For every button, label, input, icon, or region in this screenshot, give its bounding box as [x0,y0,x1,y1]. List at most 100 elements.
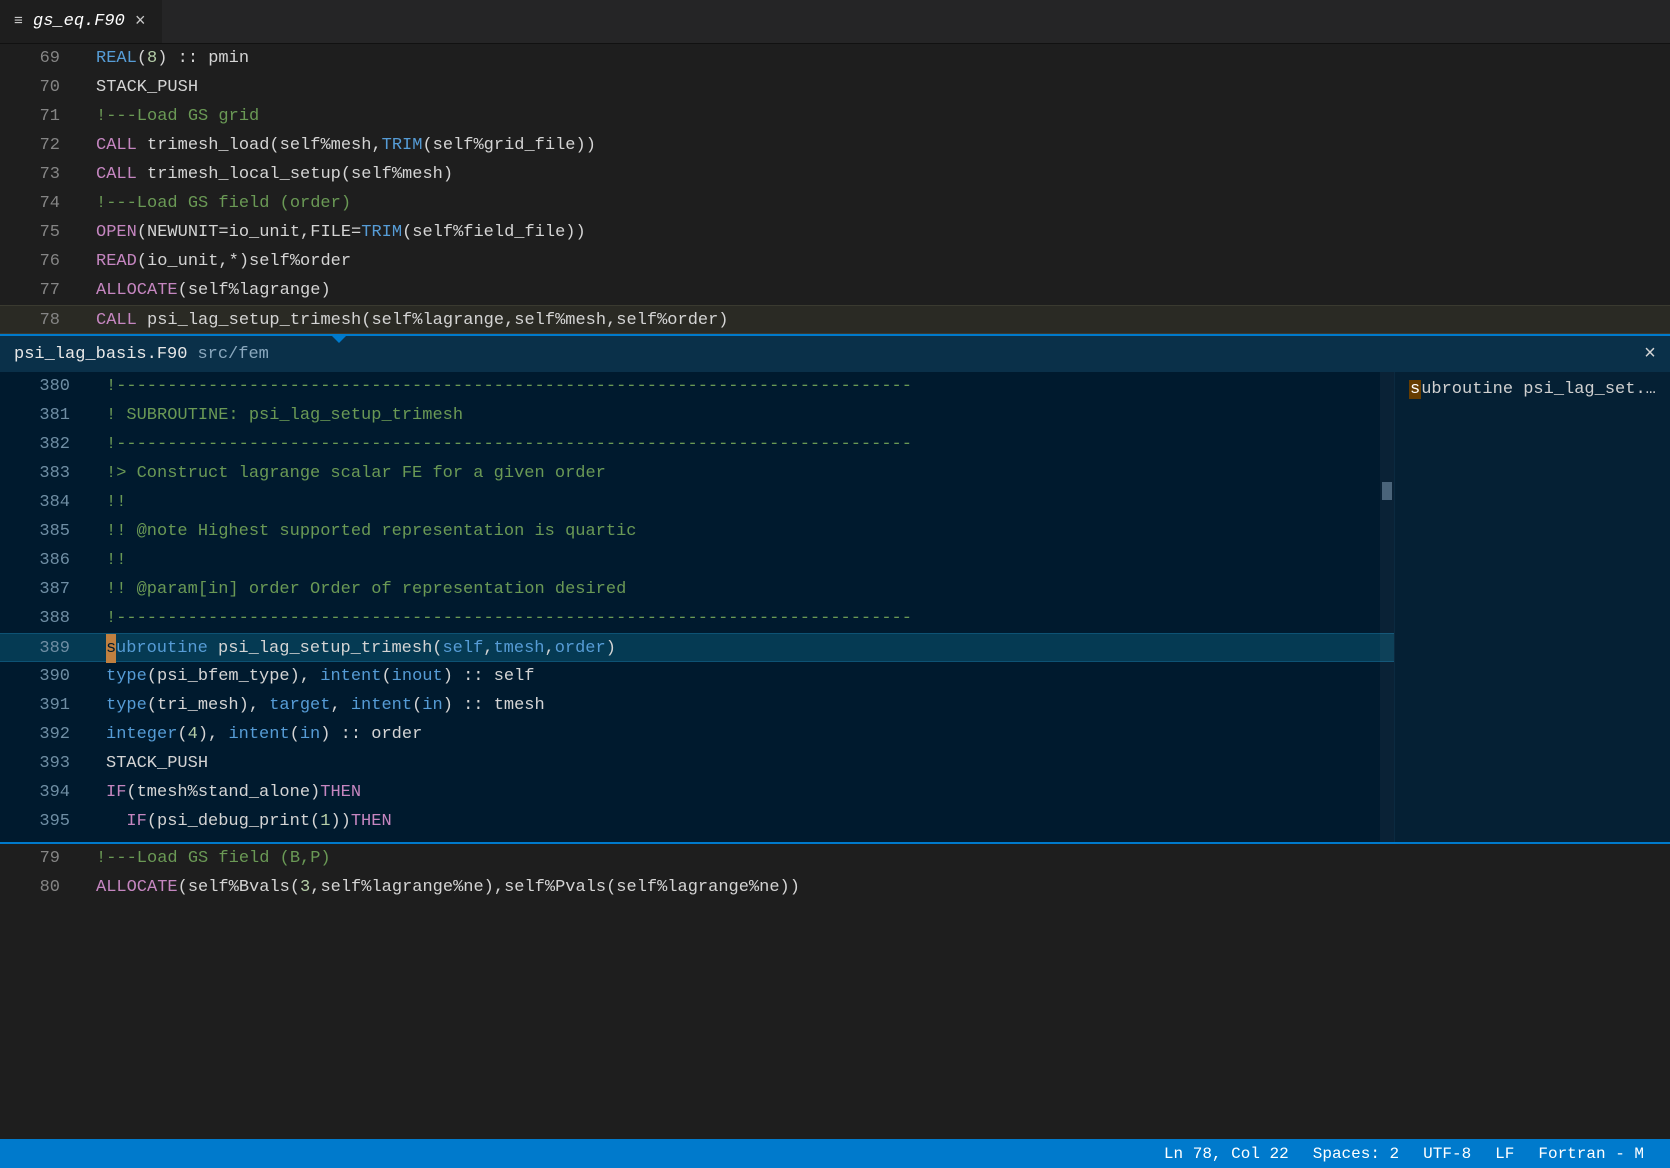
peek-scrollbar[interactable] [1380,372,1394,842]
line-number: 73 [0,160,80,189]
code-content[interactable]: subroutine psi_lag_setup_trimesh(self,tm… [90,634,1394,661]
code-content[interactable]: OPEN(NEWUNIT=io_unit,FILE=TRIM(self%fiel… [80,218,1670,247]
code-line[interactable]: 391type(tri_mesh), target, intent(in) ::… [0,691,1394,720]
peek-ref-highlight: s [1409,380,1421,399]
line-number: 70 [0,73,80,102]
code-content[interactable]: !---Load GS field (B,P) [80,844,1670,873]
code-line[interactable]: 75OPEN(NEWUNIT=io_unit,FILE=TRIM(self%fi… [0,218,1670,247]
code-content[interactable]: STACK_PUSH [80,73,1670,102]
line-number: 395 [0,807,90,836]
code-line[interactable]: 387!! @param[in] order Order of represen… [0,575,1394,604]
code-line[interactable]: 80ALLOCATE(self%Bvals(3,self%lagrange%ne… [0,873,1670,902]
code-content[interactable]: !! [90,546,1394,575]
editor-main-continued[interactable]: 79!---Load GS field (B,P)80ALLOCATE(self… [0,844,1670,902]
code-line[interactable]: 77ALLOCATE(self%lagrange) [0,276,1670,305]
code-content[interactable]: !> Construct lagrange scalar FE for a gi… [90,459,1394,488]
peek-header: psi_lag_basis.F90 src/fem × [0,336,1670,372]
status-lncol[interactable]: Ln 78, Col 22 [1152,1145,1301,1163]
line-number: 72 [0,131,80,160]
code-line[interactable]: 394IF(tmesh%stand_alone)THEN [0,778,1394,807]
peek-reference-item[interactable]: subroutine psi_lag_set... [1395,376,1670,403]
code-content[interactable]: READ(io_unit,*)self%order [80,247,1670,276]
code-content[interactable]: ! SUBROUTINE: psi_lag_setup_trimesh [90,401,1394,430]
code-line[interactable]: 74!---Load GS field (order) [0,189,1670,218]
code-content[interactable]: STACK_PUSH [90,749,1394,778]
code-line[interactable]: 381! SUBROUTINE: psi_lag_setup_trimesh [0,401,1394,430]
code-line[interactable]: 393STACK_PUSH [0,749,1394,778]
tab-bars-icon: ≡ [14,13,23,30]
code-line[interactable]: 384!! [0,488,1394,517]
code-line[interactable]: 79!---Load GS field (B,P) [0,844,1670,873]
code-content[interactable]: type(psi_bfem_type), intent(inout) :: se… [90,662,1394,691]
line-number: 384 [0,488,90,517]
code-line[interactable]: 380!------------------------------------… [0,372,1394,401]
line-number: 381 [0,401,90,430]
code-line[interactable]: 386!! [0,546,1394,575]
code-content[interactable]: CALL trimesh_load(self%mesh,TRIM(self%gr… [80,131,1670,160]
code-line[interactable]: 389subroutine psi_lag_setup_trimesh(self… [0,633,1394,662]
code-content[interactable]: !---------------------------------------… [90,372,1394,401]
code-content[interactable]: IF(tmesh%stand_alone)THEN [90,778,1394,807]
code-line[interactable]: 69REAL(8) :: pmin [0,44,1670,73]
peek-editor[interactable]: 380!------------------------------------… [0,372,1395,842]
code-line[interactable]: 73CALL trimesh_local_setup(self%mesh) [0,160,1670,189]
code-line[interactable]: 76READ(io_unit,*)self%order [0,247,1670,276]
status-bar: Ln 78, Col 22 Spaces: 2 UTF-8 LF Fortran… [0,1139,1670,1168]
peek-ref-text: ubroutine psi_lag_set... [1421,380,1666,399]
code-line[interactable]: 78CALL psi_lag_setup_trimesh(self%lagran… [0,305,1670,334]
line-number: 74 [0,189,80,218]
code-line[interactable]: 72CALL trimesh_load(self%mesh,TRIM(self%… [0,131,1670,160]
code-content[interactable]: !! @note Highest supported representatio… [90,517,1394,546]
status-spaces[interactable]: Spaces: 2 [1301,1145,1411,1163]
status-eol[interactable]: LF [1483,1145,1526,1163]
code-content[interactable]: CALL trimesh_local_setup(self%mesh) [80,160,1670,189]
line-number: 390 [0,662,90,691]
line-number: 385 [0,517,90,546]
code-line[interactable]: 385!! @note Highest supported representa… [0,517,1394,546]
editor-main[interactable]: 69REAL(8) :: pmin70STACK_PUSH71!---Load … [0,44,1670,334]
status-encoding[interactable]: UTF-8 [1411,1145,1483,1163]
peek-title-file: psi_lag_basis.F90 [14,345,187,364]
close-icon[interactable]: × [135,12,146,32]
line-number: 388 [0,604,90,633]
code-content[interactable]: !! @param[in] order Order of representat… [90,575,1394,604]
line-number: 69 [0,44,80,73]
code-line[interactable]: 70STACK_PUSH [0,73,1670,102]
line-number: 387 [0,575,90,604]
peek-view: psi_lag_basis.F90 src/fem × 380!--------… [0,334,1670,844]
line-number: 71 [0,102,80,131]
peek-reference-list[interactable]: subroutine psi_lag_set... [1395,372,1670,842]
line-number: 386 [0,546,90,575]
line-number: 76 [0,247,80,276]
code-line[interactable]: 395 IF(psi_debug_print(1))THEN [0,807,1394,836]
tab-gs-eq[interactable]: ≡ gs_eq.F90 × [0,0,162,43]
code-line[interactable]: 71!---Load GS grid [0,102,1670,131]
tab-bar: ≡ gs_eq.F90 × [0,0,1670,44]
code-line[interactable]: 388!------------------------------------… [0,604,1394,633]
code-content[interactable]: ALLOCATE(self%lagrange) [80,276,1670,305]
code-line[interactable]: 382!------------------------------------… [0,430,1394,459]
code-content[interactable]: !! [90,488,1394,517]
code-content[interactable]: !---------------------------------------… [90,604,1394,633]
line-number: 77 [0,276,80,305]
code-line[interactable]: 390type(psi_bfem_type), intent(inout) ::… [0,662,1394,691]
code-content[interactable]: !---Load GS grid [80,102,1670,131]
code-line[interactable]: 392integer(4), intent(in) :: order [0,720,1394,749]
code-content[interactable]: type(tri_mesh), target, intent(in) :: tm… [90,691,1394,720]
code-content[interactable]: CALL psi_lag_setup_trimesh(self%lagrange… [80,306,1670,333]
code-content[interactable]: integer(4), intent(in) :: order [90,720,1394,749]
code-content[interactable]: ALLOCATE(self%Bvals(3,self%lagrange%ne),… [80,873,1670,902]
code-content[interactable]: IF(psi_debug_print(1))THEN [90,807,1394,836]
status-lang[interactable]: Fortran - M [1526,1145,1656,1163]
code-content[interactable]: !---Load GS field (order) [80,189,1670,218]
peek-title-path: src/fem [197,345,268,364]
line-number: 392 [0,720,90,749]
line-number: 393 [0,749,90,778]
code-line[interactable]: 383!> Construct lagrange scalar FE for a… [0,459,1394,488]
code-content[interactable]: REAL(8) :: pmin [80,44,1670,73]
code-content[interactable]: !---------------------------------------… [90,430,1394,459]
peek-close-icon[interactable]: × [1644,343,1656,366]
line-number: 78 [0,306,80,333]
tab-filename: gs_eq.F90 [33,12,125,31]
line-number: 79 [0,844,80,873]
